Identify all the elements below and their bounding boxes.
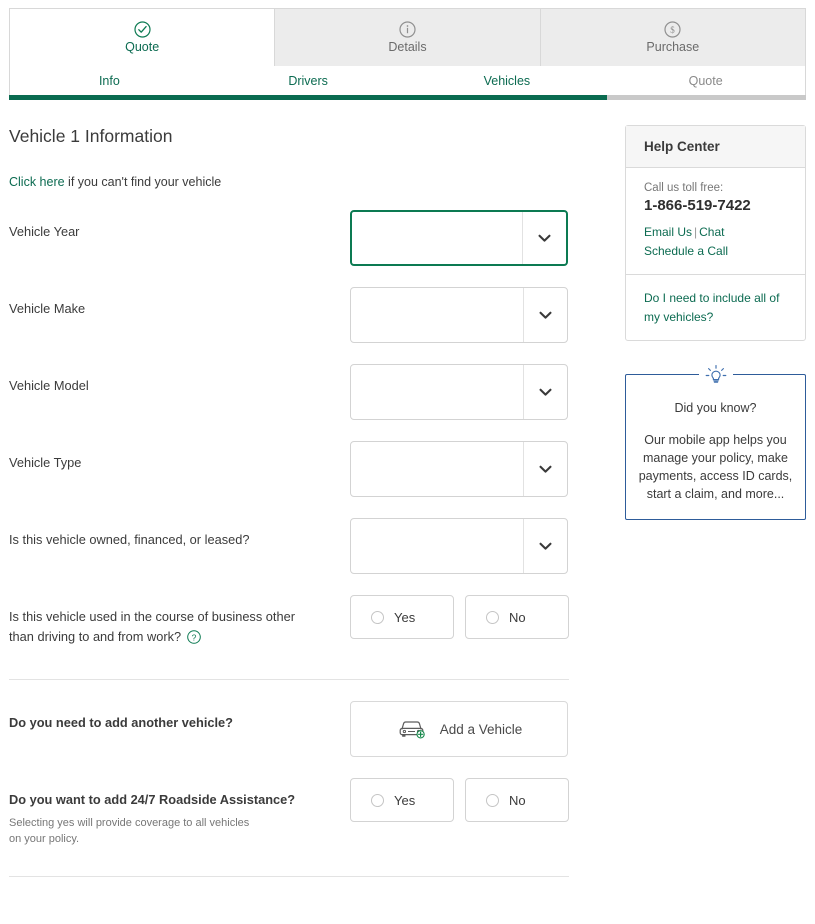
ownership-select[interactable]: [350, 518, 568, 574]
ownership-label: Is this vehicle owned, financed, or leas…: [9, 532, 250, 547]
main-tab-purchase-label: Purchase: [646, 40, 700, 54]
chevron-down-icon: [522, 212, 566, 264]
sub-tab-bar: Info Drivers Vehicles Quote: [9, 66, 806, 95]
add-vehicle-button[interactable]: Add a Vehicle: [350, 701, 568, 757]
chevron-down-icon: [523, 519, 567, 573]
sub-tab-info[interactable]: Info: [10, 74, 209, 88]
business-use-line2: than driving to and from work?: [9, 628, 182, 644]
business-use-label: Is this vehicle used in the course of bu…: [9, 595, 350, 647]
click-here-link[interactable]: Click here: [9, 175, 65, 189]
business-use-no-label: No: [509, 609, 526, 625]
radio-circle-icon: [486, 610, 499, 624]
field-vehicle-type: Vehicle Type: [9, 441, 569, 497]
roadside-yes-label: Yes: [394, 792, 416, 808]
help-center-title: Help Center: [626, 126, 805, 168]
form-column: Vehicle Year Vehicle Make Vehicle Model …: [9, 210, 569, 877]
sub-tab-drivers[interactable]: Drivers: [209, 74, 408, 88]
email-us-link[interactable]: Email Us: [644, 225, 692, 239]
car-add-icon: [396, 715, 427, 744]
schedule-call-link[interactable]: Schedule a Call: [644, 244, 728, 258]
roadside-no-option[interactable]: No: [465, 778, 569, 822]
field-ownership: Is this vehicle owned, financed, or leas…: [9, 518, 569, 574]
roadside-label: Do you want to add 24/7 Roadside Assista…: [9, 778, 350, 848]
main-tab-purchase[interactable]: $ Purchase: [540, 9, 805, 66]
vehicle-model-select[interactable]: [350, 364, 568, 420]
main-tab-quote-label: Quote: [125, 40, 160, 54]
roadside-sub-line2: on your policy.: [9, 833, 80, 846]
help-center-faq: Do I need to include all of my vehicles?: [626, 275, 805, 340]
field-vehicle-year: Vehicle Year: [9, 210, 569, 266]
dollar-circle-icon: $: [664, 21, 681, 38]
include-all-vehicles-link[interactable]: Do I need to include all of my vehicles?: [644, 291, 779, 323]
field-add-another-vehicle: Do you need to add another vehicle? Add …: [9, 701, 569, 757]
check-circle-icon: [134, 21, 151, 38]
svg-text:?: ?: [192, 632, 197, 642]
roadside-sub-line1: Selecting yes will provide coverage to a…: [9, 816, 250, 829]
chevron-down-icon: [523, 288, 567, 342]
svg-text:$: $: [671, 25, 676, 35]
vehicle-information-page: Quote Details $ Purchase Info Drivers Ve…: [0, 8, 815, 924]
help-links: Email Us | Chat Schedule a Call: [644, 223, 805, 260]
roadside-yes-option[interactable]: Yes: [350, 778, 454, 822]
business-use-yes-label: Yes: [394, 609, 416, 625]
chevron-down-icon: [523, 365, 567, 419]
roadside-sublabel: Selecting yes will provide coverage to a…: [9, 815, 350, 848]
main-tab-bar: Quote Details $ Purchase: [9, 8, 806, 66]
vehicle-type-label: Vehicle Type: [9, 455, 82, 470]
field-vehicle-model: Vehicle Model: [9, 364, 569, 420]
vehicle-make-value: [351, 288, 523, 342]
radio-circle-icon: [371, 610, 384, 624]
did-you-know-card: Did you know? Our mobile app helps you m…: [625, 363, 806, 521]
vehicle-year-label: Vehicle Year: [9, 224, 80, 239]
vehicle-make-label: Vehicle Make: [9, 301, 86, 316]
help-question-icon[interactable]: ?: [187, 630, 201, 644]
sub-tab-vehicles[interactable]: Vehicles: [408, 74, 607, 88]
section-divider: [9, 679, 569, 680]
roadside-no-label: No: [509, 792, 526, 808]
help-phone-number: 1-866-519-7422: [644, 197, 751, 214]
business-use-radio-group: Yes No: [350, 595, 569, 639]
lightbulb-icon: [698, 363, 733, 388]
did-you-know-text: Our mobile app helps you manage your pol…: [638, 432, 793, 502]
cant-find-vehicle-text: if you can't find your vehicle: [64, 175, 222, 189]
section-divider-bottom: [9, 875, 569, 877]
business-use-line1: Is this vehicle used in the course of bu…: [9, 609, 295, 624]
vehicle-model-value: [351, 365, 523, 419]
vehicle-year-value: [352, 212, 522, 264]
radio-circle-icon: [371, 793, 384, 807]
add-vehicle-button-label: Add a Vehicle: [439, 721, 523, 737]
field-business-use: Is this vehicle used in the course of bu…: [9, 595, 569, 651]
vehicle-year-select[interactable]: [350, 210, 568, 266]
vehicle-make-select[interactable]: [350, 287, 568, 343]
vehicle-model-label: Vehicle Model: [9, 378, 89, 393]
toll-free-label: Call us toll free:: [644, 182, 724, 194]
help-center-contact: Call us toll free: 1-866-519-7422 Email …: [626, 168, 805, 276]
main-tab-quote[interactable]: Quote: [10, 9, 276, 66]
vehicle-type-select[interactable]: [350, 441, 568, 497]
help-center-card: Help Center Call us toll free: 1-866-519…: [625, 125, 806, 341]
ownership-value: [351, 519, 523, 573]
help-sidebar: Help Center Call us toll free: 1-866-519…: [625, 125, 806, 521]
main-tab-details-label: Details: [388, 40, 427, 54]
roadside-question: Do you want to add 24/7 Roadside Assista…: [9, 792, 296, 807]
field-vehicle-make: Vehicle Make: [9, 287, 569, 343]
business-use-yes-option[interactable]: Yes: [350, 595, 454, 639]
info-circle-icon: [399, 21, 416, 38]
sub-tab-quote[interactable]: Quote: [606, 74, 805, 88]
radio-circle-icon: [486, 793, 499, 807]
chat-link[interactable]: Chat: [699, 225, 724, 239]
roadside-radio-group: Yes No: [350, 778, 569, 822]
progress-bar-fill: [9, 95, 607, 100]
vehicle-type-value: [351, 442, 523, 496]
progress-bar: [9, 95, 806, 100]
main-tab-details[interactable]: Details: [275, 9, 541, 66]
field-roadside-assistance: Do you want to add 24/7 Roadside Assista…: [9, 778, 569, 848]
add-another-vehicle-label: Do you need to add another vehicle?: [9, 715, 233, 730]
did-you-know-title: Did you know?: [674, 400, 757, 415]
business-use-no-option[interactable]: No: [465, 595, 569, 639]
chevron-down-icon: [523, 442, 567, 496]
